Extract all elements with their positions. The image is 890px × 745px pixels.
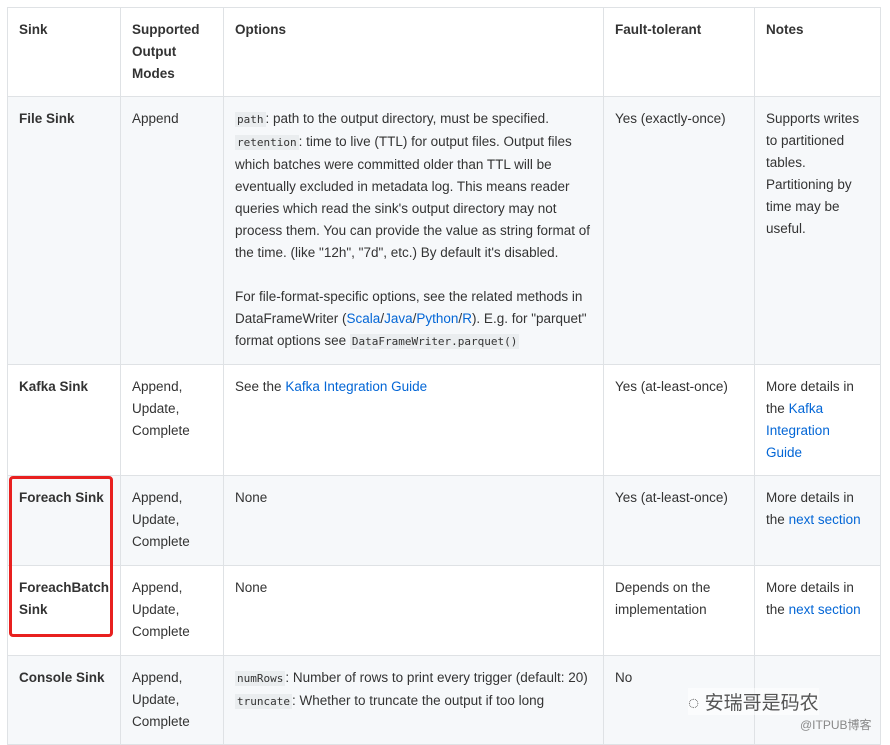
code: DataFrameWriter.parquet()	[349, 334, 520, 349]
notes: More details in the next section	[754, 475, 881, 566]
options: numRows: Number of rows to print every t…	[223, 655, 605, 745]
kafka-guide-link[interactable]: Kafka Integration Guide	[285, 379, 427, 394]
text: : path to the output directory, must be …	[265, 111, 549, 126]
text: : Whether to truncate the output if too …	[292, 693, 545, 708]
modes: Append, Update, Complete	[120, 655, 225, 745]
header-modes: Supported Output Modes	[120, 7, 225, 97]
watermark-name: 安瑞哥是码农	[704, 693, 819, 714]
modes: Append, Update, Complete	[120, 475, 225, 566]
wechat-icon: ◌	[688, 693, 700, 714]
options: See the Kafka Integration Guide	[223, 364, 605, 476]
text: See the	[235, 379, 286, 394]
text: : time to live (TTL) for output files. O…	[235, 134, 590, 260]
highlight-box	[9, 476, 113, 637]
watermark: ◌ 安瑞哥是码农	[688, 688, 819, 715]
fault: Yes (at-least-once)	[603, 364, 756, 476]
table-row: Kafka Sink Append, Update, Complete See …	[6, 364, 881, 476]
sink-name: Kafka Sink	[19, 379, 89, 394]
table-row: ForeachBatch Sink Append, Update, Comple…	[6, 565, 881, 656]
code: numRows	[235, 671, 286, 686]
next-section-link[interactable]: next section	[789, 512, 861, 527]
next-section-link[interactable]: next section	[789, 602, 861, 617]
modes: Append	[120, 96, 225, 365]
header-notes: Notes	[754, 7, 881, 97]
link-java[interactable]: Java	[384, 311, 413, 326]
header-sink: Sink	[6, 7, 122, 97]
notes: Supports writes to partitioned tables. P…	[754, 96, 881, 365]
header-fault: Fault-tolerant	[603, 7, 756, 97]
watermark-source: @ITPUB博客	[800, 718, 872, 732]
header-row: Sink Supported Output Modes Options Faul…	[6, 7, 881, 97]
link-scala[interactable]: Scala	[347, 311, 381, 326]
options: path: path to the output directory, must…	[223, 96, 605, 365]
sink-name: File Sink	[19, 111, 75, 126]
sinks-table: Sink Supported Output Modes Options Faul…	[6, 7, 881, 745]
notes: More details in the Kafka Integration Gu…	[754, 364, 881, 476]
text: : Number of rows to print every trigger …	[285, 670, 588, 685]
modes: Append, Update, Complete	[120, 364, 225, 476]
options: None	[223, 565, 605, 656]
fault: Yes (exactly-once)	[603, 96, 756, 365]
table-row: File Sink Append path: path to the outpu…	[6, 96, 881, 365]
fault: Depends on the implementation	[603, 565, 756, 656]
header-options: Options	[223, 7, 605, 97]
link-python[interactable]: Python	[416, 311, 458, 326]
options: None	[223, 475, 605, 566]
table-row: Foreach Sink Append, Update, Complete No…	[6, 475, 881, 566]
code: truncate	[235, 694, 293, 709]
notes: More details in the next section	[754, 565, 881, 656]
link-r[interactable]: R	[462, 311, 472, 326]
code: retention	[235, 135, 299, 150]
code: path	[235, 112, 266, 127]
sink-name: Console Sink	[19, 670, 105, 685]
fault: Yes (at-least-once)	[603, 475, 756, 566]
modes: Append, Update, Complete	[120, 565, 225, 656]
